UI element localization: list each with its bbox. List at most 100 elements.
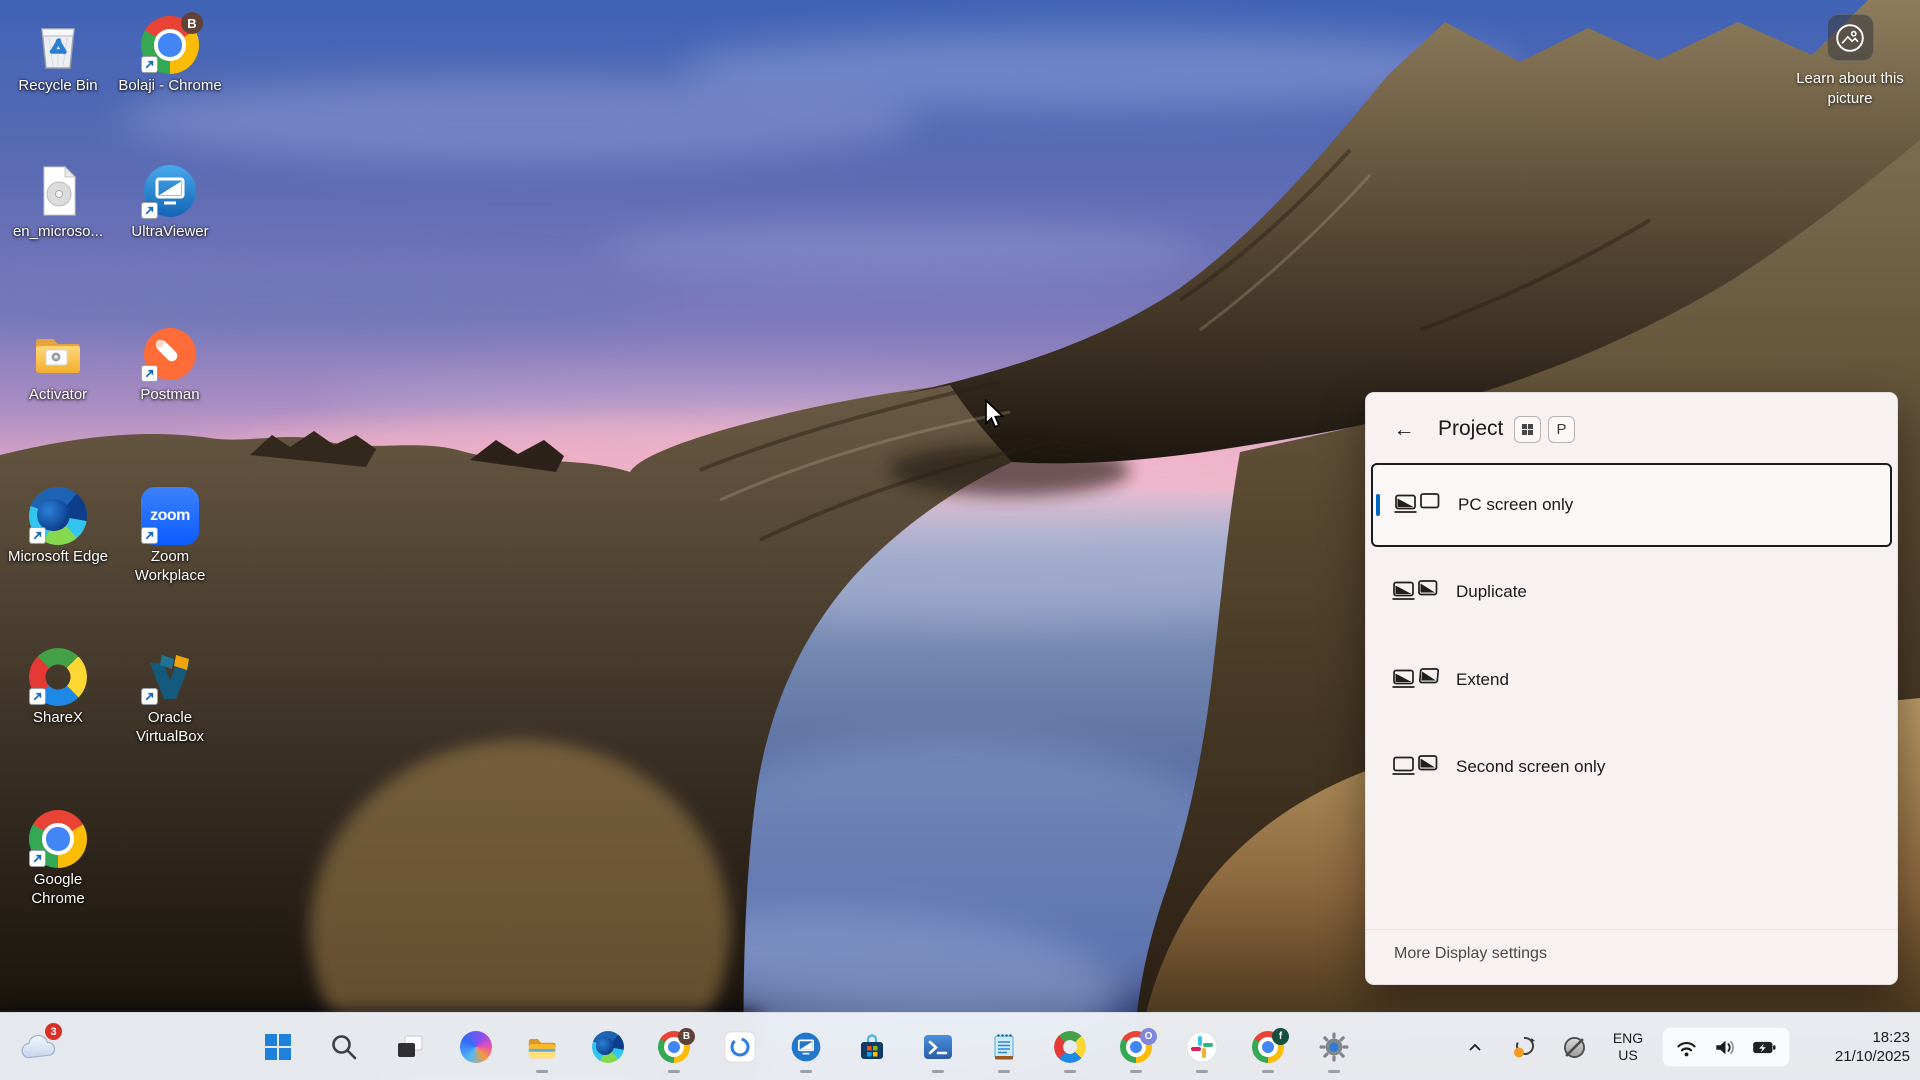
project-option-extend[interactable]: Extend — [1371, 638, 1892, 722]
taskbar-item-slack[interactable] — [1180, 1027, 1224, 1067]
desktop-icon-google-chrome[interactable]: Google Chrome — [6, 810, 110, 909]
wifi-icon — [1675, 1037, 1698, 1058]
shortcut-arrow-icon — [141, 527, 158, 544]
option-label: Second screen only — [1456, 757, 1605, 777]
running-indicator — [536, 1070, 548, 1074]
running-indicator — [800, 1070, 812, 1074]
desktop-icon-label: ShareX — [6, 709, 110, 728]
taskbar-item-powershell[interactable] — [916, 1027, 960, 1067]
desktop-icon-oracle-virtualbox[interactable]: Oracle VirtualBox — [118, 648, 222, 747]
tray-sync-status[interactable] — [1508, 1027, 1542, 1067]
language-region: US — [1618, 1047, 1637, 1065]
desktop-icon-postman[interactable]: Postman — [118, 325, 222, 405]
pc-screen-only-icon — [1394, 492, 1442, 519]
project-option-second-screen-only[interactable]: Second screen only — [1371, 725, 1892, 809]
desktop-icon-sharex[interactable]: ShareX — [6, 648, 110, 728]
desktop-icon-label: Zoom Workplace — [118, 548, 222, 586]
taskbar-item-chrome-profile-o[interactable]: O — [1114, 1027, 1158, 1067]
taskbar-item-copilot[interactable] — [454, 1027, 498, 1067]
desktop-icon-label: en_microso... — [6, 223, 110, 242]
running-indicator — [1328, 1070, 1340, 1074]
mouse-cursor — [983, 399, 1007, 429]
notepad-icon — [988, 1031, 1020, 1063]
chrome-icon: B — [141, 16, 199, 74]
taskbar-item-ultraviewer[interactable] — [784, 1027, 828, 1067]
desktop-icon-zoom-workplace[interactable]: zoom Zoom Workplace — [118, 487, 222, 586]
back-arrow-icon[interactable]: ← — [1388, 415, 1420, 445]
taskbar-item-sync-app[interactable] — [718, 1027, 762, 1067]
desktop-icon-ultraviewer[interactable]: UltraViewer — [118, 162, 222, 242]
option-label: Duplicate — [1456, 582, 1527, 602]
option-label: Extend — [1456, 670, 1509, 690]
edge-icon — [592, 1031, 624, 1063]
tray-language-switcher[interactable]: ENG US — [1602, 1027, 1654, 1067]
running-indicator — [668, 1070, 680, 1074]
shortcut-arrow-icon — [29, 850, 46, 867]
desktop-icon-label: Bolaji - Chrome — [118, 77, 222, 96]
taskbar-item-settings[interactable] — [1312, 1027, 1356, 1067]
picture-info-icon[interactable] — [1827, 14, 1874, 61]
ultraviewer-icon — [141, 162, 199, 220]
taskbar-item-microsoft-store[interactable] — [850, 1027, 894, 1067]
offline-slash-icon — [1561, 1034, 1588, 1061]
desktop-icon-en-microso[interactable]: en_microso... — [6, 162, 110, 242]
profile-badge: B — [181, 12, 203, 34]
selection-indicator — [1376, 494, 1380, 516]
taskbar-item-notepad[interactable] — [982, 1027, 1026, 1067]
second-screen-only-icon — [1392, 754, 1440, 781]
desktop-icon-label: UltraViewer — [118, 223, 222, 242]
taskbar-item-chrome-profile-f[interactable]: f — [1246, 1027, 1290, 1067]
desktop-icon-activator[interactable]: Activator — [6, 325, 110, 405]
windows-start-icon — [262, 1031, 294, 1063]
chrome-icon — [29, 810, 87, 868]
taskbar-item-task-view[interactable] — [388, 1027, 432, 1067]
running-indicator — [1130, 1070, 1142, 1074]
shortcut-arrow-icon — [29, 527, 46, 544]
edge-icon — [29, 487, 87, 545]
extend-icon — [1392, 667, 1440, 694]
taskbar-item-sharex[interactable] — [1048, 1027, 1092, 1067]
taskbar-item-search[interactable] — [322, 1027, 366, 1067]
tray-hidden-icons-chevron[interactable] — [1460, 1027, 1490, 1067]
p-key-badge: P — [1548, 416, 1575, 443]
taskbar-item-file-explorer[interactable] — [520, 1027, 564, 1067]
shortcut-arrow-icon — [141, 56, 158, 73]
folder-icon — [29, 325, 87, 383]
shortcut-arrow-icon — [141, 688, 158, 705]
profile-badge: f — [1272, 1028, 1289, 1045]
taskbar-item-chrome-bolaji[interactable]: B — [652, 1027, 696, 1067]
panel-divider — [1366, 929, 1897, 930]
running-indicator — [932, 1070, 944, 1074]
slack-icon — [1186, 1031, 1218, 1063]
sharex-icon — [29, 648, 87, 706]
option-label: PC screen only — [1458, 495, 1573, 515]
battery-charging-icon — [1752, 1038, 1777, 1057]
desktop-icon-bolaji-chrome[interactable]: B Bolaji - Chrome — [118, 16, 222, 96]
running-indicator — [1262, 1070, 1274, 1074]
desktop-icon-label: Oracle VirtualBox — [118, 709, 222, 747]
taskbar-item-start[interactable] — [256, 1027, 300, 1067]
learn-about-picture[interactable]: Learn about this picture — [1788, 14, 1912, 108]
project-option-duplicate[interactable]: Duplicate — [1371, 550, 1892, 634]
tray-system-icons[interactable] — [1662, 1027, 1790, 1067]
desktop-icon-recycle-bin[interactable]: Recycle Bin — [6, 16, 110, 96]
copilot-icon — [460, 1031, 492, 1063]
shortcut-arrow-icon — [141, 202, 158, 219]
zoom-icon: zoom — [141, 487, 199, 545]
recycle-bin-icon — [29, 16, 87, 74]
tray-time: 18:23 — [1872, 1028, 1910, 1048]
desktop-icon-label: Postman — [118, 386, 222, 405]
more-display-settings-link[interactable]: More Display settings — [1394, 945, 1547, 963]
desktop-icon-label: Microsoft Edge — [6, 548, 110, 567]
project-option-pc-screen-only[interactable]: PC screen only — [1371, 463, 1892, 547]
chevron-up-icon — [1465, 1039, 1485, 1055]
windows-desktop: Recycle Bin B Bolaji - Chrome en_microso… — [0, 0, 1920, 1080]
tray-clock[interactable]: 18:23 21/10/2025 — [1798, 1027, 1910, 1067]
zoom-wordmark: zoom — [150, 507, 190, 525]
taskbar-item-edge[interactable] — [586, 1027, 630, 1067]
panel-title: Project — [1438, 417, 1503, 441]
weather-notification-badge: 3 — [45, 1023, 62, 1040]
tray-offline-status[interactable] — [1556, 1027, 1592, 1067]
desktop-icon-microsoft-edge[interactable]: Microsoft Edge — [6, 487, 110, 567]
taskbar-weather-widget[interactable]: 3 — [16, 1027, 64, 1067]
